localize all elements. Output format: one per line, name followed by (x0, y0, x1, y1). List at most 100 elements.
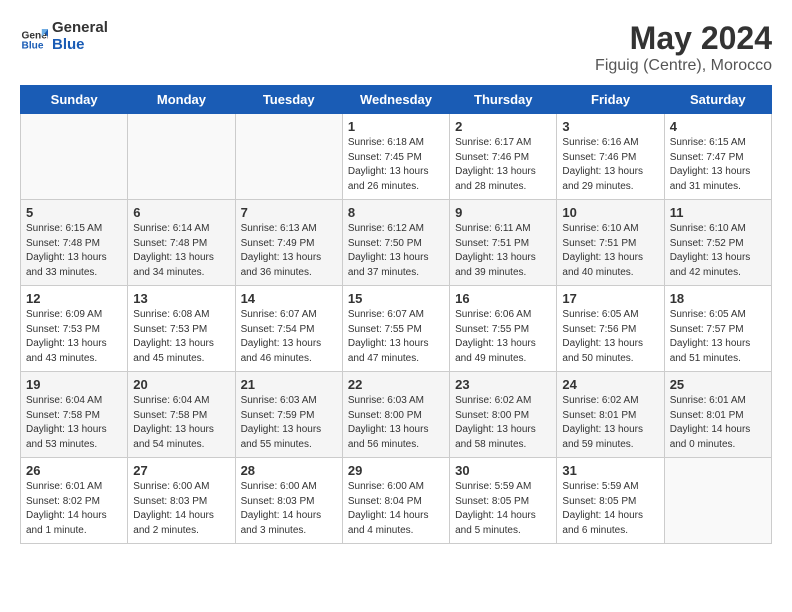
calendar-table: SundayMondayTuesdayWednesdayThursdayFrid… (20, 85, 772, 544)
day-cell: 19 Sunrise: 6:04 AMSunset: 7:58 PMDayligh… (21, 372, 128, 458)
day-number: 8 (348, 205, 444, 220)
day-header-tuesday: Tuesday (235, 86, 342, 114)
day-info: Sunrise: 6:02 AMSunset: 8:01 PMDaylight:… (562, 394, 658, 452)
day-number: 26 (26, 463, 122, 478)
day-cell: 8 Sunrise: 6:12 AMSunset: 7:50 PMDaylight… (342, 200, 449, 286)
day-header-monday: Monday (128, 86, 235, 114)
logo-line2: Blue (52, 37, 108, 54)
day-cell: 12Sunrise: 6:09 AMSunset: 7:53 PMDayligh… (21, 286, 128, 372)
day-info: Sunrise: 6:13 AMSunset: 7:49 PMDaylight:… (241, 222, 337, 280)
day-info: Sunrise: 6:01 AMSunset: 8:02 PMDaylight:… (26, 480, 122, 538)
day-number: 16 (455, 291, 551, 306)
day-header-thursday: Thursday (450, 86, 557, 114)
day-number: 19 (26, 377, 122, 392)
day-cell: 27 Sunrise: 6:00 AMSunset: 8:03 PMDayligh… (128, 458, 235, 544)
day-number: 2 (455, 119, 551, 134)
day-info: Sunrise: 5:59 AMSunset: 8:05 PMDaylight:… (562, 480, 658, 538)
day-cell: 14 Sunrise: 6:07 AMSunset: 7:54 PMDayligh… (235, 286, 342, 372)
week-row-1: 1 Sunrise: 6:18 AMSunset: 7:45 PMDaylight… (21, 114, 772, 200)
day-cell: 25 Sunrise: 6:01 AMSunset: 8:01 PMDayligh… (664, 372, 771, 458)
day-number: 14 (241, 291, 337, 306)
day-info: Sunrise: 6:05 AMSunset: 7:56 PMDaylight:… (562, 308, 658, 366)
day-number: 15 (348, 291, 444, 306)
day-number: 20 (133, 377, 229, 392)
day-cell: 7 Sunrise: 6:13 AMSunset: 7:49 PMDaylight… (235, 200, 342, 286)
day-number: 22 (348, 377, 444, 392)
day-cell: 1 Sunrise: 6:18 AMSunset: 7:45 PMDaylight… (342, 114, 449, 200)
day-number: 11 (670, 205, 766, 220)
day-cell: 4Sunrise: 6:15 AMSunset: 7:47 PMDaylight… (664, 114, 771, 200)
days-header-row: SundayMondayTuesdayWednesdayThursdayFrid… (21, 86, 772, 114)
day-cell (128, 114, 235, 200)
day-info: Sunrise: 6:15 AMSunset: 7:48 PMDaylight:… (26, 222, 122, 280)
day-cell: 9Sunrise: 6:11 AMSunset: 7:51 PMDaylight… (450, 200, 557, 286)
title-block: May 2024 Figuig (Centre), Morocco (595, 20, 772, 75)
week-row-3: 12Sunrise: 6:09 AMSunset: 7:53 PMDayligh… (21, 286, 772, 372)
svg-text:Blue: Blue (22, 40, 44, 50)
day-info: Sunrise: 6:03 AMSunset: 7:59 PMDaylight:… (241, 394, 337, 452)
day-number: 1 (348, 119, 444, 134)
day-number: 25 (670, 377, 766, 392)
day-info: Sunrise: 5:59 AMSunset: 8:05 PMDaylight:… (455, 480, 551, 538)
day-number: 18 (670, 291, 766, 306)
logo-icon: General Blue (20, 23, 48, 51)
day-number: 7 (241, 205, 337, 220)
day-info: Sunrise: 6:14 AMSunset: 7:48 PMDaylight:… (133, 222, 229, 280)
day-cell: 10Sunrise: 6:10 AMSunset: 7:51 PMDayligh… (557, 200, 664, 286)
day-cell: 30 Sunrise: 5:59 AMSunset: 8:05 PMDayligh… (450, 458, 557, 544)
day-number: 3 (562, 119, 658, 134)
day-number: 9 (455, 205, 551, 220)
day-cell (21, 114, 128, 200)
day-cell: 31 Sunrise: 5:59 AMSunset: 8:05 PMDayligh… (557, 458, 664, 544)
day-cell: 18Sunrise: 6:05 AMSunset: 7:57 PMDayligh… (664, 286, 771, 372)
day-info: Sunrise: 6:06 AMSunset: 7:55 PMDaylight:… (455, 308, 551, 366)
day-number: 24 (562, 377, 658, 392)
day-number: 21 (241, 377, 337, 392)
day-cell: 28 Sunrise: 6:00 AMSunset: 8:03 PMDayligh… (235, 458, 342, 544)
day-cell: 13Sunrise: 6:08 AMSunset: 7:53 PMDayligh… (128, 286, 235, 372)
day-cell: 2Sunrise: 6:17 AMSunset: 7:46 PMDaylight… (450, 114, 557, 200)
day-cell: 16 Sunrise: 6:06 AMSunset: 7:55 PMDayligh… (450, 286, 557, 372)
day-number: 27 (133, 463, 229, 478)
day-info: Sunrise: 6:07 AMSunset: 7:55 PMDaylight:… (348, 308, 444, 366)
day-info: Sunrise: 6:04 AMSunset: 7:58 PMDaylight:… (26, 394, 122, 452)
day-info: Sunrise: 6:12 AMSunset: 7:50 PMDaylight:… (348, 222, 444, 280)
day-info: Sunrise: 6:00 AMSunset: 8:03 PMDaylight:… (241, 480, 337, 538)
day-cell: 15 Sunrise: 6:07 AMSunset: 7:55 PMDayligh… (342, 286, 449, 372)
day-info: Sunrise: 6:10 AMSunset: 7:51 PMDaylight:… (562, 222, 658, 280)
week-row-5: 26 Sunrise: 6:01 AMSunset: 8:02 PMDayligh… (21, 458, 772, 544)
day-number: 31 (562, 463, 658, 478)
day-cell: 17Sunrise: 6:05 AMSunset: 7:56 PMDayligh… (557, 286, 664, 372)
day-number: 12 (26, 291, 122, 306)
location-subtitle: Figuig (Centre), Morocco (595, 57, 772, 75)
day-cell: 11Sunrise: 6:10 AMSunset: 7:52 PMDayligh… (664, 200, 771, 286)
day-header-wednesday: Wednesday (342, 86, 449, 114)
day-number: 29 (348, 463, 444, 478)
day-number: 4 (670, 119, 766, 134)
day-header-saturday: Saturday (664, 86, 771, 114)
logo-line1: General (52, 20, 108, 37)
day-cell (235, 114, 342, 200)
day-header-friday: Friday (557, 86, 664, 114)
month-year-title: May 2024 (595, 20, 772, 57)
day-info: Sunrise: 6:18 AMSunset: 7:45 PMDaylight:… (348, 136, 444, 194)
day-number: 30 (455, 463, 551, 478)
day-info: Sunrise: 6:04 AMSunset: 7:58 PMDaylight:… (133, 394, 229, 452)
day-info: Sunrise: 6:00 AMSunset: 8:04 PMDaylight:… (348, 480, 444, 538)
day-number: 5 (26, 205, 122, 220)
day-cell (664, 458, 771, 544)
day-number: 28 (241, 463, 337, 478)
day-cell: 29 Sunrise: 6:00 AMSunset: 8:04 PMDayligh… (342, 458, 449, 544)
day-cell: 20 Sunrise: 6:04 AMSunset: 7:58 PMDayligh… (128, 372, 235, 458)
day-info: Sunrise: 6:02 AMSunset: 8:00 PMDaylight:… (455, 394, 551, 452)
day-cell: 24 Sunrise: 6:02 AMSunset: 8:01 PMDayligh… (557, 372, 664, 458)
day-info: Sunrise: 6:16 AMSunset: 7:46 PMDaylight:… (562, 136, 658, 194)
day-cell: 26 Sunrise: 6:01 AMSunset: 8:02 PMDayligh… (21, 458, 128, 544)
day-info: Sunrise: 6:07 AMSunset: 7:54 PMDaylight:… (241, 308, 337, 366)
day-info: Sunrise: 6:01 AMSunset: 8:01 PMDaylight:… (670, 394, 766, 452)
day-cell: 22Sunrise: 6:03 AMSunset: 8:00 PMDayligh… (342, 372, 449, 458)
day-number: 23 (455, 377, 551, 392)
day-info: Sunrise: 6:00 AMSunset: 8:03 PMDaylight:… (133, 480, 229, 538)
day-number: 6 (133, 205, 229, 220)
day-cell: 6 Sunrise: 6:14 AMSunset: 7:48 PMDaylight… (128, 200, 235, 286)
